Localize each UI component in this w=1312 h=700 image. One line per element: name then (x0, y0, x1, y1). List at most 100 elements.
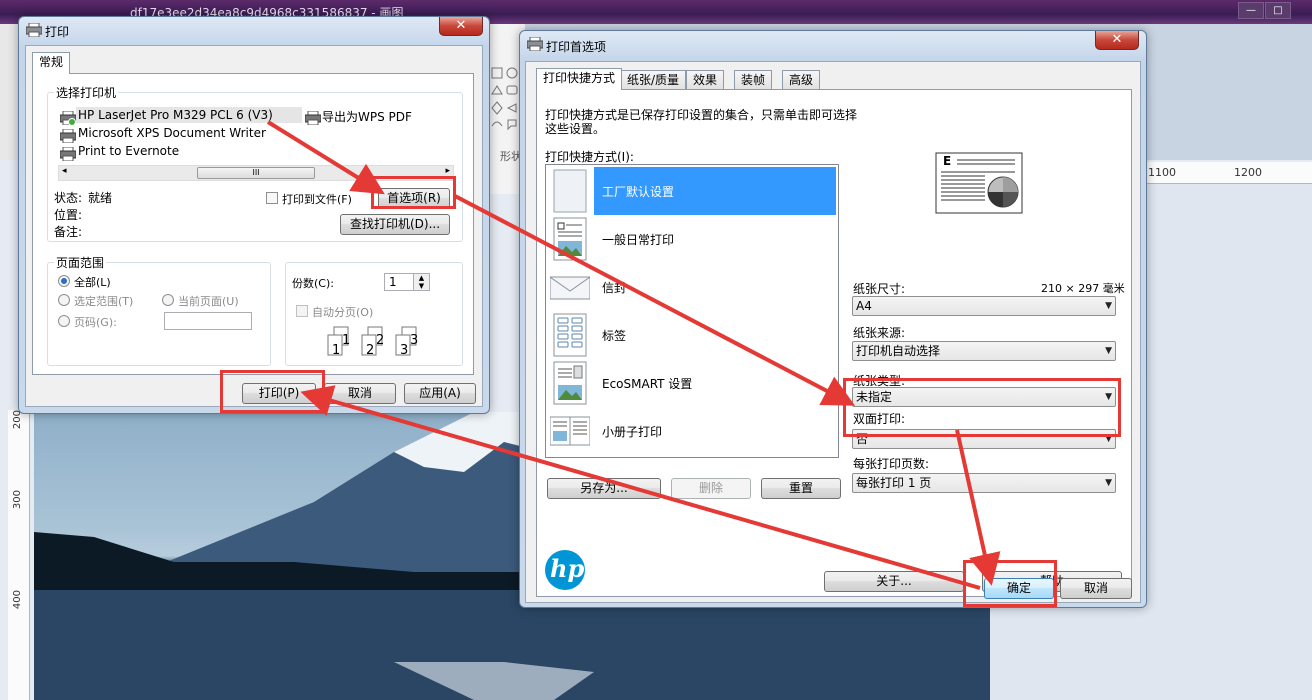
tab-advanced[interactable]: 高级 (782, 70, 821, 90)
paper-size-value: A4 (856, 299, 872, 313)
delete-button[interactable]: 删除 (671, 478, 751, 499)
shortcut-label: 标签 (602, 329, 627, 343)
about-button[interactable]: 关于... (824, 571, 964, 592)
collate-digit: 1 (332, 343, 341, 358)
shortcut-labels[interactable]: 标签 (546, 311, 836, 359)
status-value: 就绪 (88, 191, 113, 205)
reset-button[interactable]: 重置 (761, 478, 841, 499)
horizontal-scrollbar[interactable]: ◂ III ▸ (58, 165, 454, 181)
collate-digit: 1 (342, 333, 351, 348)
printer-item-hp[interactable]: HP LaserJet Pro M329 PCL 6 (V3) (76, 107, 302, 123)
printer-item-evernote[interactable]: Print to Evernote (78, 144, 179, 158)
pages-per-sheet-label: 每张打印页数: (853, 457, 930, 471)
pages-per-sheet-select[interactable]: 每张打印 1 页 ▼ (852, 473, 1116, 493)
chevron-down-icon: ▼ (1105, 301, 1112, 311)
page-numbers-input[interactable] (164, 312, 252, 330)
printer-icon (60, 147, 76, 161)
shortcuts-list-label: 打印快捷方式(I): (545, 150, 634, 164)
paper-size-select[interactable]: A4 ▼ (852, 296, 1116, 316)
paper-size-label: 纸张尺寸: (853, 282, 906, 296)
collate-checkbox[interactable] (296, 305, 308, 317)
ruler-tick-label: 1100 (1148, 166, 1176, 179)
hp-logo-text: hp (550, 554, 585, 583)
tab-print-shortcuts[interactable]: 打印快捷方式 (536, 68, 623, 90)
cancel-button[interactable]: 取消 (324, 383, 396, 404)
apply-button[interactable]: 应用(A) (404, 383, 476, 404)
select-printer-label: 选择打印机 (54, 84, 119, 101)
range-all-radio[interactable] (58, 275, 70, 287)
shortcut-booklet[interactable]: 小册子打印 (546, 407, 836, 455)
tab-general[interactable]: 常规 (32, 52, 71, 74)
location-label: 位置: (54, 208, 83, 222)
shortcut-factory-default[interactable]: 工厂默认设置 (546, 167, 836, 215)
chevron-down-icon: ▼ (1105, 434, 1112, 444)
paper-source-select[interactable]: 打印机自动选择 ▼ (852, 341, 1116, 361)
ok-button[interactable]: 确定 (984, 578, 1054, 599)
tab-effects[interactable]: 效果 (686, 70, 725, 90)
range-all-label: 全部(L) (74, 276, 111, 289)
duplex-label: 双面打印: (853, 412, 906, 426)
shortcut-ecosmart[interactable]: EcoSMART 设置 (546, 359, 836, 407)
close-button[interactable]: ✕ (439, 17, 483, 36)
copies-group: 份数(C): 1 ▲ ▼ 自动分页(O) 1 1 2 2 3 3 (285, 262, 463, 366)
print-to-file-checkbox[interactable] (266, 192, 278, 204)
range-pages-label: 页码(G): (74, 316, 117, 329)
copies-label: 份数(C): (292, 277, 334, 290)
ruler-tick-label: 300 (12, 490, 23, 510)
duplex-select[interactable]: 否 ▼ (852, 429, 1116, 449)
printer-item-wps-pdf[interactable]: 导出为WPS PDF (322, 108, 412, 125)
maximize-icon[interactable]: □ (1265, 2, 1291, 19)
general-tab-panel: 选择打印机 HP LaserJet Pro M329 PCL 6 (V3) 导出… (32, 73, 474, 375)
cancel-button[interactable]: 取消 (1060, 578, 1132, 599)
printer-icon (26, 23, 42, 37)
shortcut-label: 信封 (602, 281, 627, 295)
range-current-radio[interactable] (162, 294, 174, 306)
print-dialog: 打印 ✕ 常规 选择打印机 HP LaserJet Pro M329 PCL 6… (18, 16, 490, 414)
print-button[interactable]: 打印(P) (242, 383, 316, 404)
shortcut-label: 一般日常打印 (602, 233, 675, 247)
collate-label: 自动分页(O) (312, 306, 374, 319)
chevron-down-icon: ▼ (1105, 478, 1112, 488)
find-printer-button[interactable]: 查找打印机(D)... (340, 214, 450, 235)
ruler-tick-label: 400 (12, 590, 23, 610)
status-label: 状态: (54, 191, 83, 205)
collate-digit: 3 (400, 343, 409, 358)
scroll-thumb[interactable]: III (197, 167, 315, 179)
shortcut-label: 小册子打印 (602, 425, 663, 439)
print-dialog-title: 打印 (45, 25, 70, 39)
tab-paper-quality[interactable]: 纸张/质量 (620, 70, 687, 90)
minimize-icon[interactable]: — (1238, 2, 1264, 19)
printer-icon (527, 37, 543, 51)
paper-type-select[interactable]: 未指定 ▼ (852, 387, 1116, 407)
preview-letter: E (943, 154, 952, 168)
copies-spinner[interactable]: ▲ ▼ (413, 273, 430, 291)
preferences-dialog-body: 打印快捷方式 纸张/质量 效果 装帧 高级 打印快捷方式是已保存打印设置的集合，… (525, 61, 1141, 603)
duplex-value: 否 (856, 432, 869, 446)
document-page-icon (553, 217, 587, 261)
preferences-dialog-title: 打印首选项 (546, 40, 607, 54)
scroll-right-icon[interactable]: ▸ (445, 166, 450, 176)
close-button[interactable]: ✕ (1095, 31, 1139, 50)
print-to-file-label: 打印到文件(F) (282, 193, 352, 206)
range-selection-radio[interactable] (58, 294, 70, 306)
scroll-left-icon[interactable]: ◂ (62, 166, 67, 176)
shortcut-envelope[interactable]: 信封 (546, 263, 836, 311)
collate-digit: 3 (410, 333, 419, 348)
preferences-button[interactable]: 首选项(R) (378, 188, 450, 209)
tab-finishing[interactable]: 装帧 (734, 70, 773, 90)
shortcut-label: 工厂默认设置 (602, 185, 675, 199)
printing-preferences-dialog: 打印首选项 ✕ 打印快捷方式 纸张/质量 效果 装帧 高级 打印快捷方式是已保存… (519, 30, 1147, 608)
shortcut-everyday[interactable]: 一般日常打印 (546, 215, 836, 263)
printer-icon (305, 111, 321, 125)
range-pages-radio[interactable] (58, 315, 70, 327)
pages-per-sheet-value: 每张打印 1 页 (856, 476, 932, 490)
printer-icon (60, 129, 76, 143)
shortcut-label: EcoSMART 设置 (602, 377, 693, 391)
comment-label: 备注: (54, 225, 83, 239)
printer-item-xps[interactable]: Microsoft XPS Document Writer (78, 126, 266, 140)
save-as-button[interactable]: 另存为... (547, 478, 661, 499)
ruler-tick-label: 1200 (1234, 166, 1262, 179)
range-selection-label: 选定范围(T) (74, 295, 134, 308)
paper-type-value: 未指定 (856, 390, 893, 404)
paper-source-label: 纸张来源: (853, 326, 906, 340)
